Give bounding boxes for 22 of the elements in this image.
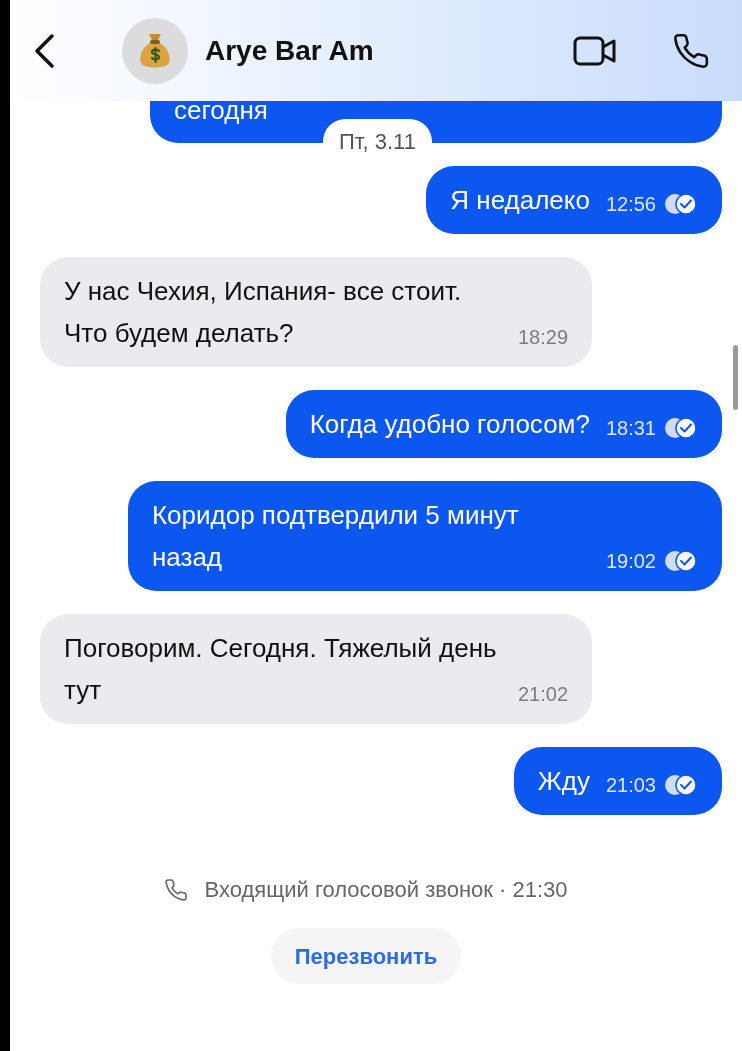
message-text: Поговорим. Сегодня. Тяжелый день тут xyxy=(64,632,498,707)
video-camera-icon xyxy=(573,35,617,66)
message-time: 21:02 xyxy=(518,682,569,707)
message-time: 18:31 xyxy=(605,416,656,441)
phone-icon xyxy=(672,31,710,70)
message-text: Коридор подтвердили 5 минут назад xyxy=(151,499,520,574)
phone-icon xyxy=(164,877,189,902)
message-time: 12:56 xyxy=(605,192,656,217)
message-text: Жду xyxy=(537,765,590,798)
message-text: Когда удобно голосом? xyxy=(309,408,590,441)
call-back-button[interactable]: Перезвонить xyxy=(270,928,462,984)
message-time: 21:03 xyxy=(605,773,656,798)
contact-name: Arye Bar Am xyxy=(205,33,374,68)
message-time: 19:02 xyxy=(605,549,656,574)
message-text: У нас Чехия, Испания- все стоит. Что будем делать? xyxy=(64,275,463,350)
back-icon xyxy=(33,32,55,69)
call-event-text: Входящий голосовой звонок · 21:30 xyxy=(204,876,568,904)
message-time: 18:29 xyxy=(518,325,569,350)
scrollbar[interactable] xyxy=(733,345,738,410)
message-text: сегодня xyxy=(174,94,268,127)
message-text: Я недалеко xyxy=(450,184,590,217)
money-bag-icon xyxy=(138,31,172,70)
